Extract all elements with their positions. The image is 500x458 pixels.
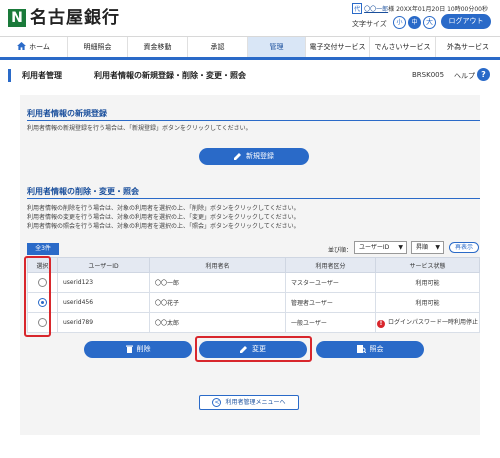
nav-item-approval[interactable]: 承認 [188,37,248,57]
new-registration-button[interactable]: 新規登録 [199,148,309,165]
pencil-icon [234,153,241,160]
trash-icon [125,345,133,353]
inquiry-button[interactable]: 照会 [316,341,424,358]
warning-icon: ! [376,320,385,328]
redisplay-button[interactable]: 再表示 [449,242,479,253]
status-cell: 利用可能 [375,292,480,313]
sort-order-select[interactable]: 昇順 ▼ [411,241,444,254]
chevron-left-icon: < [212,398,222,407]
nav-item-home[interactable]: ホーム [0,37,68,57]
user-id-cell: userid123 [57,272,150,293]
home-icon [17,42,27,50]
change-label: 変更 [252,345,266,353]
bank-name: 名古屋銀行 [30,8,120,28]
font-size-large-button[interactable]: 大 [423,16,436,29]
user-name-cell: 〇〇太郎 [149,312,286,333]
delete-description: 利用者情報の削除を行う場合は、対象の利用者を選択の上、「削除」ボタンをクリックし… [27,205,300,212]
status-text: ログインパスワード一時利用停止 [387,319,478,326]
nav-item-management[interactable]: 管理 [248,37,306,57]
section-divider [27,120,480,121]
user-name-cell: 〇〇一郎 [149,272,286,293]
nav-item-transfer[interactable]: 資金移動 [128,37,188,57]
col-service-status: サービス状態 [375,257,480,273]
user-type-cell: 一般ユーザー [285,312,376,333]
inquiry-description: 利用者情報の照会を行う場合は、対象の利用者を選択の上、「照会」ボタンをクリックし… [27,223,300,230]
global-nav: ホーム 明細照会 資金移動 承認 管理 電子交付サービス でんさいサービス 外為… [0,36,500,60]
new-registration-title: 利用者情報の新規登録 [27,109,107,118]
help-link[interactable]: ヘルプ [454,71,475,81]
col-user-type: 利用者区分 [285,257,376,273]
new-registration-description: 利用者情報の新規登録を行う場合は、「新規登録」ボタンをクリックしてください。 [27,125,252,132]
edit-section-title: 利用者情報の削除・変更・照会 [27,187,139,196]
user-type-cell: マスターユーザー [285,272,376,293]
pencil-icon [240,346,247,353]
user-suffix: 様 [388,6,395,13]
font-size-small-button[interactable]: 小 [393,16,406,29]
nav-item-densai[interactable]: でんさいサービス [370,37,436,57]
change-button[interactable]: 変更 [199,341,307,358]
nav-item-e-delivery[interactable]: 電子交付サービス [306,37,370,57]
back-label: 利用者管理メニューへ [225,399,286,406]
delete-label: 削除 [136,345,151,353]
user-id-cell: userid456 [57,292,150,313]
sort-field-select[interactable]: ユーザーID ▼ [354,241,407,254]
sort-field-value: ユーザーID [359,244,390,251]
table-header-row: 選択 ユーザーID 利用者名 利用者区分 サービス状態 [27,257,480,273]
help-icon[interactable]: ? [477,68,490,81]
user-info: 代 〇〇一郎様 20XX年01月20日 10時00分00秒 [352,3,488,14]
section-divider [27,198,480,199]
sort-label: 並び順： [328,247,353,254]
col-user-name: 利用者名 [149,257,286,273]
user-table: 選択 ユーザーID 利用者名 利用者区分 サービス状態 userid123 〇〇… [27,257,480,333]
inquiry-label: 照会 [369,345,384,353]
logout-button[interactable]: ログアウト [441,14,491,29]
page-title: 利用者情報の新規登録・削除・変更・照会 [94,71,246,80]
user-id-cell: userid789 [57,312,150,333]
table-row: userid123 〇〇一郎 マスターユーザー 利用可能 [27,272,480,293]
sort-order-value: 昇順 [416,244,429,251]
result-count-badge: 全3件 [27,243,59,255]
document-search-icon [356,345,366,354]
bank-logo-icon: N [8,9,26,27]
new-registration-label: 新規登録 [246,152,274,160]
screen-id: BRSK005 [412,71,445,79]
back-to-menu-button[interactable]: < 利用者管理メニューへ [199,395,299,410]
user-type-cell: 管理者ユーザー [285,292,376,313]
font-size-label: 文字サイズ [352,20,387,28]
last-login: 20XX年01月20日 10時00分00秒 [396,6,488,13]
user-name-cell: 〇〇花子 [149,292,286,313]
font-size-medium-button[interactable]: 中 [408,16,421,29]
select-column-highlight [24,256,51,337]
nav-item-statements[interactable]: 明細照会 [68,37,128,57]
user-name-link[interactable]: 〇〇一郎 [364,6,388,13]
chevron-down-icon: ▼ [435,244,440,251]
title-accent-bar [8,69,11,82]
col-user-id: ユーザーID [57,257,150,273]
status-cell: 利用可能 [375,272,480,293]
chevron-down-icon: ▼ [398,244,403,251]
page-category: 利用者管理 [22,71,62,80]
change-description: 利用者情報の変更を行う場合は、対象の利用者を選択の上、「変更」ボタンをクリックし… [27,214,300,221]
delete-button[interactable]: 削除 [84,341,192,358]
status-cell: ! ログインパスワード一時利用停止 [375,312,480,333]
user-prefix: 代 [352,3,363,14]
nav-item-forex[interactable]: 外為サービス [436,37,500,57]
table-row: userid456 〇〇花子 管理者ユーザー 利用可能 [27,292,480,313]
table-row: userid789 〇〇太郎 一般ユーザー ! ログインパスワード一時利用停止 [27,312,480,333]
nav-label: ホーム [29,43,50,51]
